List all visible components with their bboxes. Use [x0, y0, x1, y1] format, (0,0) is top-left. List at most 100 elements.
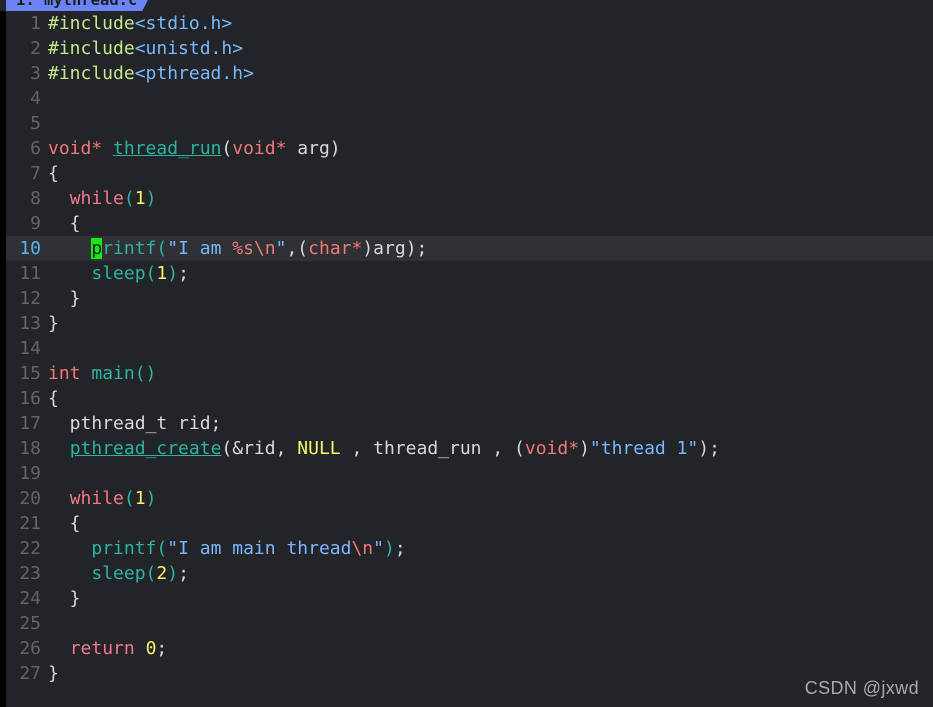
- code-line[interactable]: 8 while(1): [0, 186, 933, 211]
- code-line[interactable]: 15 int main(): [0, 361, 933, 386]
- line-source: void* thread_run(void* arg): [48, 136, 341, 161]
- token-num: 1: [134, 488, 146, 509]
- code-line[interactable]: 7{: [0, 161, 933, 186]
- code-line[interactable]: 3 #include<pthread.h>: [0, 61, 933, 86]
- code-line[interactable]: 18 pthread_create(&rid, NULL , thread_ru…: [0, 436, 933, 461]
- line-number: 25: [19, 613, 41, 634]
- token-plain: , thread_run , (: [340, 438, 525, 459]
- token-type: char*: [308, 238, 363, 259]
- token-hdr: <pthread.h>: [134, 63, 254, 84]
- line-number: 6: [30, 138, 41, 159]
- token-hdr: <unistd.h>: [134, 38, 244, 59]
- token-plain: )arg);: [362, 238, 428, 259]
- line-source: while(1): [48, 486, 157, 511]
- token-call: main: [91, 363, 135, 384]
- token-punct: (: [156, 538, 168, 559]
- token-plain: ;: [178, 263, 189, 284]
- line-number: 11: [19, 263, 41, 284]
- tab-mythread-c[interactable]: 1: mythread.c: [6, 0, 153, 11]
- token-type: void*: [48, 138, 103, 159]
- token-str: ": [275, 238, 287, 259]
- code-line[interactable]: 27}: [0, 661, 933, 686]
- token-plain: (: [221, 138, 233, 159]
- code-line[interactable]: 17 pthread_t rid;: [0, 411, 933, 436]
- code-line[interactable]: 22 printf("I am main thread\n");: [0, 536, 933, 561]
- token-plain: }: [48, 288, 81, 309]
- code-text-area[interactable]: 1 #include<stdio.h> 2 #include<unistd.h> 3 #i…: [0, 11, 933, 707]
- token-call: sleep: [91, 263, 146, 284]
- token-type: void*: [232, 138, 287, 159]
- code-line[interactable]: 11 sleep(1);: [0, 261, 933, 286]
- code-line[interactable]: 19: [0, 461, 933, 486]
- token-plain: );: [698, 438, 720, 459]
- token-call: printf: [91, 538, 157, 559]
- line-number: 10: [19, 238, 41, 259]
- code-line[interactable]: 20 while(1): [0, 486, 933, 511]
- token-plain: ;: [394, 538, 406, 559]
- token-type: void*: [524, 438, 580, 459]
- token-num: 1: [156, 263, 168, 284]
- code-line[interactable]: 4: [0, 86, 933, 111]
- tab-label: 1: mythread.c: [16, 0, 138, 9]
- code-line[interactable]: 14: [0, 336, 933, 361]
- token-plain: pthread_t rid;: [48, 413, 222, 434]
- code-line[interactable]: 24 }: [0, 586, 933, 611]
- token-punct: ): [167, 563, 179, 584]
- code-line[interactable]: 10 printf("I am %s\n",(char*)arg);: [0, 236, 933, 261]
- line-number: 1: [30, 13, 41, 34]
- token-plain: }: [48, 663, 59, 684]
- token-call: sleep: [91, 563, 146, 584]
- code-line[interactable]: 23 sleep(2);: [0, 561, 933, 586]
- line-source: #include<stdio.h>: [48, 11, 232, 36]
- code-line[interactable]: 9 {: [0, 211, 933, 236]
- token-pre: #include: [48, 63, 135, 84]
- token-str: ": [373, 538, 384, 559]
- code-line[interactable]: 16 {: [0, 386, 933, 411]
- token-num: 0: [145, 638, 157, 659]
- line-number: 18: [19, 438, 41, 459]
- token-fn: pthread_create: [69, 438, 222, 459]
- token-punct: (: [145, 263, 157, 284]
- line-source: }: [48, 661, 59, 686]
- token-punct: ): [167, 263, 179, 284]
- code-line[interactable]: 21 {: [0, 511, 933, 536]
- token-plain: ;: [156, 638, 168, 659]
- line-source: printf("I am main thread\n");: [48, 536, 406, 561]
- token-pre: #include: [48, 13, 135, 34]
- line-number: 12: [19, 288, 41, 309]
- code-line[interactable]: 26 return 0;: [0, 636, 933, 661]
- line-number: 27: [19, 663, 41, 684]
- line-source: {: [48, 211, 81, 236]
- token-punct: (): [134, 363, 157, 384]
- editor-tab-bar: 1: mythread.c: [0, 0, 933, 11]
- code-line[interactable]: 6 void* thread_run(void* arg): [0, 136, 933, 161]
- code-line[interactable]: 13}: [0, 311, 933, 336]
- code-line[interactable]: 25: [0, 611, 933, 636]
- line-number: 17: [19, 413, 41, 434]
- code-line[interactable]: 1 #include<stdio.h>: [0, 11, 933, 36]
- token-plain: {: [48, 513, 81, 534]
- line-number: 9: [30, 213, 41, 234]
- line-source: }: [48, 286, 81, 311]
- line-source: int main(): [48, 361, 156, 386]
- code-line[interactable]: 5: [0, 111, 933, 136]
- line-source: {: [48, 161, 59, 186]
- code-line[interactable]: 2 #include<unistd.h>: [0, 36, 933, 61]
- line-number: 7: [30, 163, 41, 184]
- line-source: return 0;: [48, 636, 168, 661]
- token-num: 2: [156, 563, 168, 584]
- line-number: 13: [19, 313, 41, 334]
- token-esc: %s\n: [232, 238, 276, 259]
- line-number: 4: [30, 88, 41, 109]
- token-esc: \n: [351, 538, 374, 559]
- code-line[interactable]: 12 }: [0, 286, 933, 311]
- token-kw: while: [69, 188, 124, 209]
- token-plain: ;: [178, 563, 189, 584]
- token-punct: ): [384, 538, 395, 559]
- line-source: sleep(1);: [48, 261, 189, 286]
